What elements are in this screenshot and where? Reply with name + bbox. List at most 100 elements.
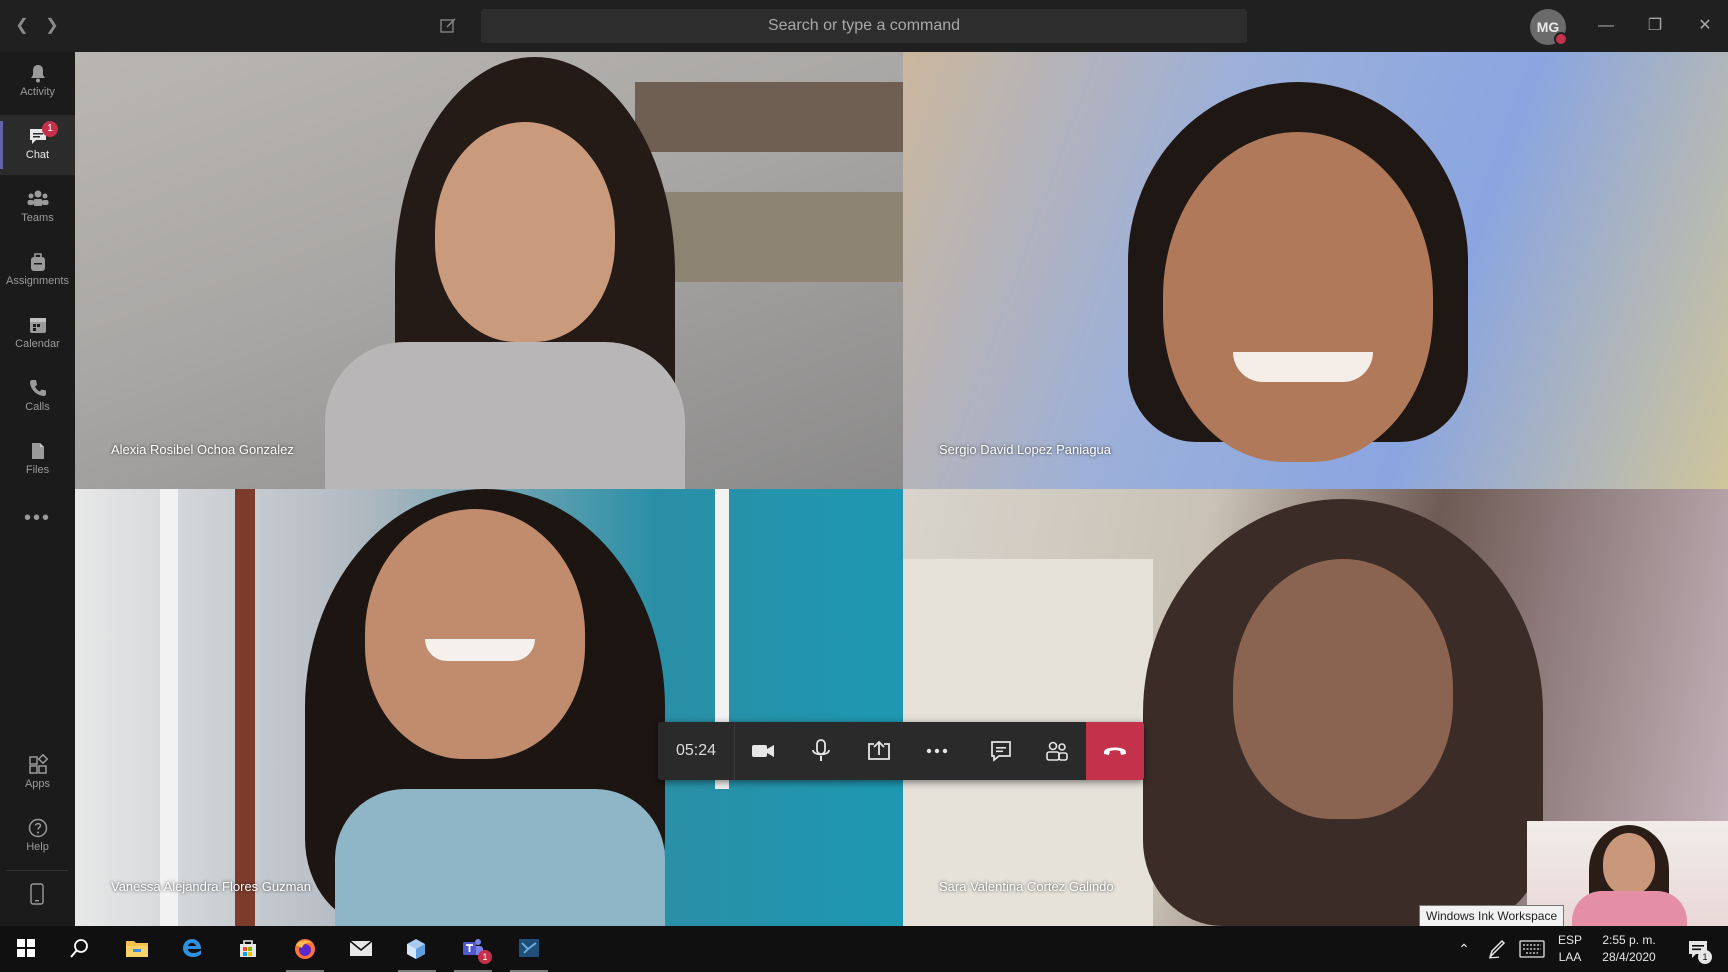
participant-shirt <box>325 342 685 489</box>
phone-icon <box>29 380 46 396</box>
rail-label: Calls <box>25 401 50 413</box>
more-actions-button[interactable] <box>908 722 966 780</box>
more-apps-icon[interactable]: ••• <box>0 507 75 530</box>
rail-item-calls[interactable]: Calls <box>0 367 75 427</box>
call-timer: 05:24 <box>658 722 735 780</box>
windows-ink-workspace-button[interactable] <box>1484 926 1510 972</box>
windows-taskbar: 1 ⌃ ESP LAA 2:55 p. m. 28/4/2020 1 <box>0 926 1728 972</box>
rail-item-apps[interactable]: Apps <box>0 744 75 804</box>
apps-icon <box>28 754 48 774</box>
show-conversation-button[interactable] <box>972 722 1030 780</box>
language-code: ESP <box>1557 933 1582 947</box>
keyboard-layout-code: LAA <box>1558 950 1582 964</box>
participant-video-tile[interactable]: Vanessa Alejandra Flores Guzman <box>75 489 903 926</box>
help-icon <box>28 818 47 838</box>
edge-icon <box>183 939 201 957</box>
mute-button[interactable] <box>792 722 850 780</box>
self-shirt <box>1572 891 1687 926</box>
restore-icon[interactable]: ❐ <box>1635 0 1675 52</box>
avatar[interactable]: MG <box>1530 9 1568 46</box>
participant-name: Vanessa Alejandra Flores Guzman <box>111 879 311 894</box>
bell-icon <box>30 65 45 83</box>
title-bar: ❮ ❯ Search or type a command MG — ❐ ✕ <box>0 0 1728 52</box>
share-screen-icon <box>868 740 890 760</box>
rail-item-teams[interactable]: Teams <box>0 178 75 238</box>
app-rail: Activity Chat 1 Teams Assignments Calend… <box>0 52 75 926</box>
file-explorer-icon <box>126 941 148 957</box>
bookshelf-background <box>635 82 903 152</box>
pen-icon <box>1488 939 1506 959</box>
bunk-bed-post <box>235 489 255 926</box>
close-icon[interactable]: ✕ <box>1685 0 1725 52</box>
minimize-icon[interactable]: — <box>1586 0 1626 52</box>
back-arrow-icon[interactable]: ❮ <box>8 0 36 52</box>
taskbar-teams[interactable]: 1 <box>448 926 498 972</box>
clock-time: 2:55 p. m. <box>1602 933 1656 947</box>
input-language-indicator[interactable]: ESP LAA <box>1552 926 1588 972</box>
participant-face <box>1163 132 1433 462</box>
taskbar-vm-app[interactable] <box>504 926 554 972</box>
tooltip: Windows Ink Workspace <box>1419 905 1565 928</box>
participant-shirt <box>335 789 665 926</box>
rail-item-help[interactable]: Help <box>0 807 75 867</box>
chat-icon <box>991 741 1011 762</box>
mail-icon <box>349 940 373 956</box>
show-participants-button[interactable] <box>1028 722 1086 780</box>
action-center-button[interactable]: 1 <box>1678 926 1718 972</box>
participant-name: Alexia Rosibel Ochoa Gonzalez <box>111 442 294 457</box>
video-toggle-button[interactable] <box>734 722 792 780</box>
rail-item-activity[interactable]: Activity <box>0 52 75 112</box>
file-icon <box>31 443 44 459</box>
chat-unread-badge: 1 <box>42 121 58 137</box>
clock-date: 28/4/2020 <box>1602 950 1656 964</box>
taskbar-store[interactable] <box>224 926 274 972</box>
taskbar-3d-viewer[interactable] <box>392 926 442 972</box>
forward-arrow-icon[interactable]: ❯ <box>38 0 66 52</box>
rail-label: Calendar <box>15 338 60 350</box>
hang-up-icon <box>1104 747 1126 755</box>
shelf-background <box>635 192 903 282</box>
more-options-icon <box>926 748 948 754</box>
share-screen-button[interactable] <box>850 722 908 780</box>
participant-video-tile[interactable]: Alexia Rosibel Ochoa Gonzalez <box>75 52 903 489</box>
firefox-icon <box>295 939 315 959</box>
new-chat-compose-icon[interactable] <box>434 0 462 57</box>
clock[interactable]: 2:55 p. m. 28/4/2020 <box>1592 926 1666 972</box>
mobile-phone-icon <box>30 883 44 905</box>
participant-face <box>1233 559 1453 819</box>
rail-label: Apps <box>24 778 51 790</box>
show-hidden-icons-chevron-icon[interactable]: ⌃ <box>1452 926 1476 972</box>
rail-label: Help <box>26 841 49 853</box>
keyboard-icon <box>1519 940 1545 958</box>
search-input[interactable]: Search or type a command <box>481 9 1247 43</box>
vm-icon <box>519 939 539 957</box>
rail-item-files[interactable]: Files <box>0 430 75 490</box>
participant-video-tile[interactable]: Sergio David Lopez Paniagua <box>903 52 1728 489</box>
rail-item-calendar[interactable]: Calendar <box>0 304 75 364</box>
participant-face <box>365 509 585 759</box>
call-control-bar: 05:24 <box>658 722 1144 780</box>
bunk-bed-rail <box>160 489 178 926</box>
rail-item-assignments[interactable]: Assignments <box>0 241 75 301</box>
3d-viewer-icon <box>407 939 425 959</box>
rail-label: Assignments <box>6 275 69 287</box>
mobile-app-button[interactable] <box>6 870 68 915</box>
rail-item-chat[interactable]: Chat 1 <box>0 115 75 175</box>
notification-count: 1 <box>1698 950 1712 964</box>
hang-up-button[interactable] <box>1086 722 1144 780</box>
participant-smile <box>1233 352 1373 382</box>
rail-label: Teams <box>21 212 54 224</box>
taskbar-firefox[interactable] <box>280 926 330 972</box>
taskbar-mail[interactable] <box>336 926 386 972</box>
taskbar-edge[interactable] <box>168 926 218 972</box>
participant-name: Sergio David Lopez Paniagua <box>939 442 1112 457</box>
taskbar-file-explorer[interactable] <box>112 926 162 972</box>
touch-keyboard-button[interactable] <box>1516 926 1548 972</box>
presence-busy-icon <box>1554 32 1568 46</box>
participants-icon <box>1046 741 1068 761</box>
windows-start-icon <box>17 939 35 957</box>
rail-label: Files <box>25 464 50 476</box>
participant-name: Sara Valentina Cortez Galindo <box>939 879 1114 894</box>
start-button[interactable] <box>2 926 52 972</box>
taskbar-search-button[interactable] <box>56 926 106 972</box>
